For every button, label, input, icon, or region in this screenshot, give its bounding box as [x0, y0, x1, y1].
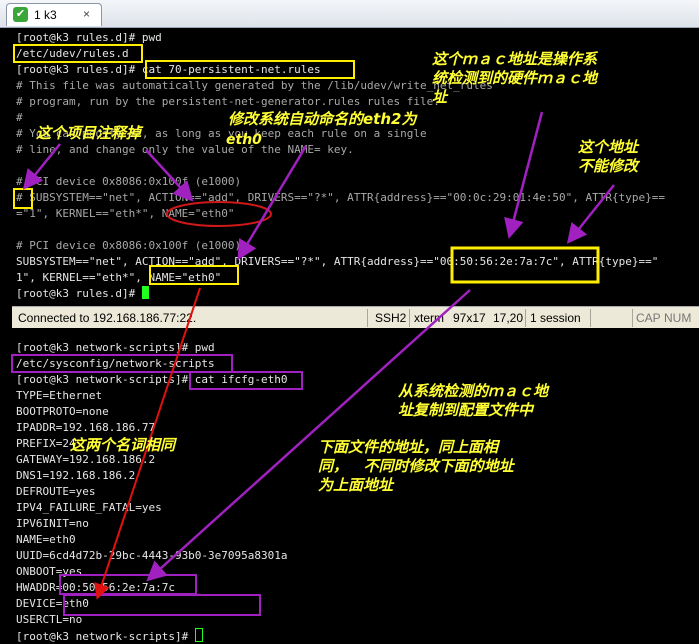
annotation-comment-out: 这个项目注释掉 [36, 124, 142, 142]
annotation-rename-eth2: 修改系统自动命名的eth2为 [228, 110, 417, 128]
terminal-line: IPV4_FAILURE_FATAL=yes [16, 501, 162, 514]
status-protocol: SSH2 [375, 311, 407, 325]
terminal-line: /etc/udev/rules.d [16, 47, 129, 60]
terminal-line: # [16, 111, 23, 124]
status-caps: CAP [636, 311, 661, 325]
tab-label: 1 k3 [34, 8, 57, 22]
status-size: 97x17 [453, 311, 486, 325]
terminal-line: UUID=6cd4d72b-29bc-4443-93b0-3e7095a8301… [16, 549, 288, 562]
terminal-line: [root@k3 rules.d]# cat 70-persistent-net… [16, 63, 321, 76]
terminal-line: [root@k3 network-scripts]# pwd [16, 341, 215, 354]
terminal-line: [root@k3 network-scripts]# cat ifcfg-eth… [16, 373, 288, 386]
terminal-line: # SUBSYSTEM=="net", ACTION=="add", DRIVE… [16, 191, 666, 204]
terminal-line: # This file was automatically generated … [16, 79, 493, 92]
status-bar: Connected to 192.168.186.77:22. SSH2 xte… [12, 306, 699, 330]
status-divider [632, 309, 633, 327]
terminal-line: TYPE=Ethernet [16, 389, 103, 402]
terminal-line: IPADDR=192.168.186.77 [16, 421, 156, 434]
terminal-cursor [194, 628, 203, 642]
terminal-line: [root@k3 rules.d]# pwd [16, 31, 162, 44]
terminal-line: ONBOOT=yes [16, 565, 83, 578]
terminal-line: /etc/sysconfig/network-scripts [16, 357, 215, 370]
terminal-line: DNS1=192.168.186.2 [16, 469, 136, 482]
terminal-line: 1", KERNEL=="eth*", NAME="eth0" [16, 271, 222, 284]
terminal-line: IPV6INIT=no [16, 517, 89, 530]
terminal-line: PREFIX=24 [16, 437, 76, 450]
terminal-line: DEVICE=eth0 [16, 597, 89, 610]
terminal-prompt: [root@k3 network-scripts]# [16, 630, 195, 643]
terminal-line: SUBSYSTEM=="net", ACTION=="add", DRIVERS… [16, 255, 659, 268]
annotation-same-names: 这两个名词相同 [70, 436, 176, 454]
terminal-line: NAME=eth0 [16, 533, 76, 546]
annotation-eth0: eth0 [226, 132, 262, 148]
terminal-line: DEFROUTE=yes [16, 485, 96, 498]
status-divider [409, 309, 410, 327]
status-position: 17,20 [493, 311, 524, 325]
annotation-mac-detected: 这个ｍａｃ地址是操作系 统检测到的硬件ｍａｃ地 址 [432, 50, 598, 106]
terminal-prompt-line: [root@k3 rules.d]# [16, 286, 149, 302]
terminal-line: # PCI device 0x8086:0x100f (e1000) [16, 239, 242, 252]
annotation-copy-mac: 从系统检测的ｍａｃ地 址复制到配置文件中 [398, 382, 549, 419]
status-divider [525, 309, 526, 327]
terminal-cursor [141, 286, 149, 299]
status-divider [367, 309, 368, 327]
terminal-prompt-line: [root@k3 network-scripts]# [16, 628, 203, 644]
annotation-file-address: 下面文件的地址，同上面相 同， 不同时修改下面的地址 为上面地址 [318, 438, 514, 494]
terminal-line: # line, and change only the value of the… [16, 143, 354, 156]
terminal-line: HWADDR=00:50:56:2e:7a:7c [16, 581, 175, 594]
status-connection: Connected to 192.168.186.77:22. [18, 311, 197, 325]
connected-check-icon: ✔ [13, 7, 28, 22]
status-terminal-type: xterm [414, 311, 444, 325]
annotation-cannot-modify: 这个地址 不能修改 [578, 138, 639, 175]
status-num: NUM [664, 311, 692, 325]
session-tab-k3[interactable]: ✔ 1 k3 × [6, 3, 102, 26]
status-divider [590, 309, 591, 327]
terminal-line: USERCTL=no [16, 613, 83, 626]
session-tab-bar: ✔ 1 k3 × [0, 0, 699, 28]
terminal-line: BOOTPROTO=none [16, 405, 109, 418]
terminal-line: # program, run by the persistent-net-gen… [16, 95, 440, 108]
terminal-prompt: [root@k3 rules.d]# [16, 287, 142, 300]
close-icon[interactable]: × [83, 7, 90, 21]
terminal-line: # PCI device 0x8086:0x100f (e1000) [16, 175, 242, 188]
terminal-line: ="1", KERNEL=="eth*", NAME="eth0" [16, 207, 235, 220]
status-sessions: 1 session [530, 311, 581, 325]
